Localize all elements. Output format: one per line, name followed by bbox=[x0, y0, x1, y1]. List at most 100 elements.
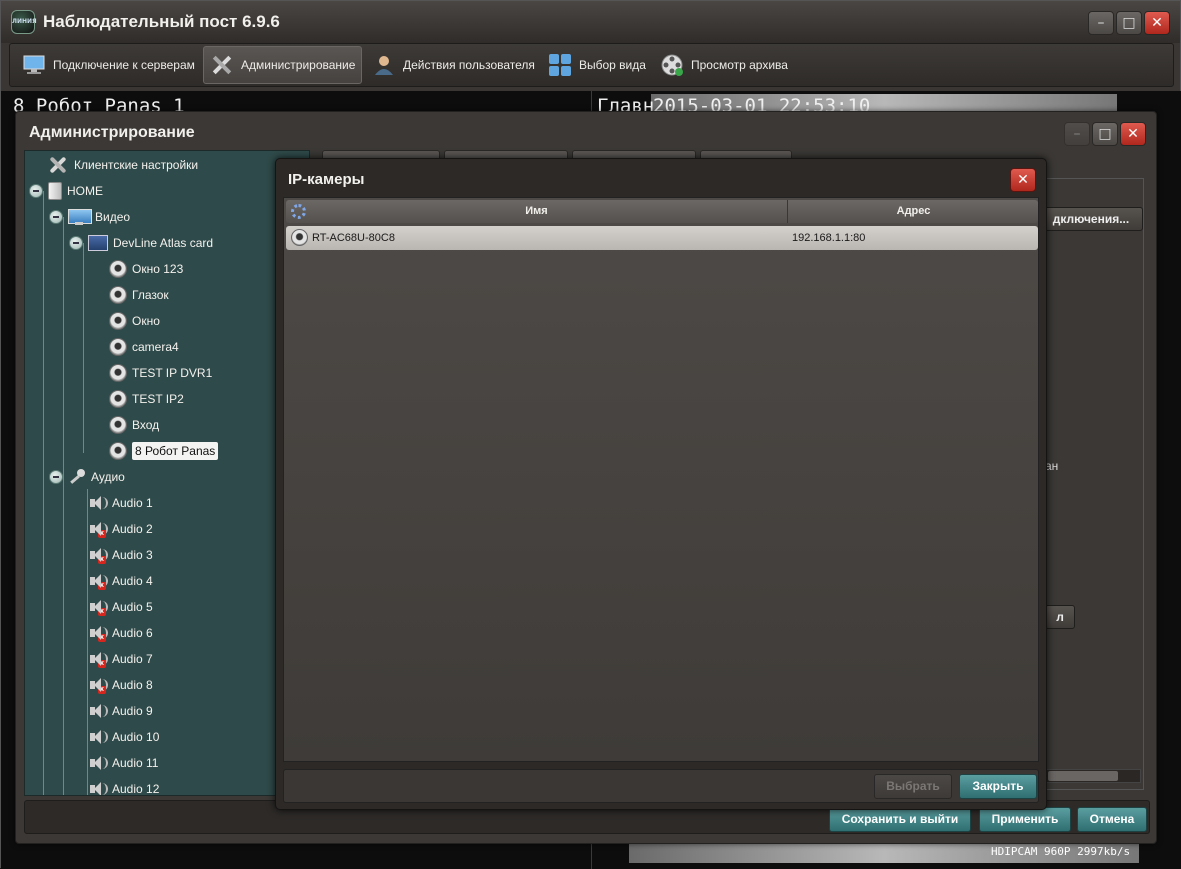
tree-item-audio-channel[interactable]: x Audio 5 bbox=[89, 595, 153, 619]
column-header-name[interactable]: Имя bbox=[286, 200, 788, 223]
admin-title: Администрирование bbox=[29, 124, 195, 141]
speaker-muted-icon: x bbox=[89, 599, 108, 616]
close-dialog-button[interactable]: Закрыть bbox=[959, 774, 1037, 799]
tree-item-label: Audio 2 bbox=[112, 522, 153, 536]
tree-item-label: Audio 11 bbox=[112, 756, 159, 770]
settings-small-button[interactable]: л bbox=[1045, 605, 1075, 629]
maximize-button[interactable]: □ bbox=[1116, 11, 1142, 35]
admin-close-button[interactable]: ✕ bbox=[1120, 122, 1146, 146]
speaker-icon bbox=[89, 729, 108, 745]
tree-item-label: Audio 12 bbox=[112, 782, 160, 796]
collapse-icon[interactable] bbox=[69, 236, 83, 250]
main-toolbar: Подключение к серверам Администрирование… bbox=[9, 43, 1174, 87]
admin-minimize-button[interactable]: – bbox=[1064, 122, 1090, 146]
toolbar-item-user-actions[interactable]: Действия пользователя bbox=[366, 46, 541, 84]
tree-item-label: Окно 123 bbox=[132, 262, 184, 276]
video-bottom-overlay: HDIPCAM 960P 2997kb/s bbox=[991, 845, 1131, 858]
cancel-button[interactable]: Отмена bbox=[1077, 807, 1147, 832]
list-header: Имя Адрес bbox=[286, 200, 1038, 223]
toolbar-item-label: Действия пользователя bbox=[403, 58, 535, 72]
tree-item-video[interactable]: Видео bbox=[49, 205, 130, 229]
horizontal-scrollbar[interactable] bbox=[1045, 769, 1141, 783]
tree-item-card[interactable]: DevLine Atlas card bbox=[69, 231, 213, 255]
tree-item-camera[interactable]: Окно 123 bbox=[109, 257, 183, 281]
dialog-title: IP-камеры bbox=[288, 171, 365, 188]
close-icon: ✕ bbox=[1127, 126, 1139, 142]
tree-item-label: Audio 3 bbox=[112, 548, 153, 562]
ip-cameras-list[interactable]: Имя Адрес RT-AC68U-80C8 192.168.1.1:80 bbox=[283, 197, 1039, 762]
tree-item-label: Глазок bbox=[132, 288, 169, 302]
close-button[interactable]: ✕ bbox=[1144, 11, 1170, 35]
tree-item-camera[interactable]: Глазок bbox=[109, 283, 169, 307]
server-icon bbox=[48, 182, 62, 200]
tree-item-audio-channel[interactable]: x Audio 3 bbox=[89, 543, 153, 567]
tools-icon bbox=[47, 154, 69, 176]
camera-address-cell: 192.168.1.1:80 bbox=[792, 232, 866, 244]
tree-item-camera[interactable]: TEST IP2 bbox=[109, 387, 184, 411]
tree-item-audio-channel[interactable]: x Audio 4 bbox=[89, 569, 153, 593]
admin-maximize-button[interactable]: □ bbox=[1092, 122, 1118, 146]
tree-item-label: Аудио bbox=[91, 470, 125, 484]
tree-item-label: DevLine Atlas card bbox=[113, 236, 214, 250]
tree-item-camera[interactable]: TEST IP DVR1 bbox=[109, 361, 212, 385]
title-bar[interactable]: ЛИНИЯ Наблюдательный пост 6.9.6 – □ ✕ bbox=[1, 1, 1180, 43]
toolbar-item-connect[interactable]: Подключение к серверам bbox=[16, 46, 201, 84]
user-icon bbox=[372, 53, 396, 77]
speaker-muted-icon: x bbox=[89, 573, 108, 590]
minimize-icon: – bbox=[1097, 15, 1105, 31]
tree-item-camera[interactable]: Окно bbox=[109, 309, 160, 333]
tree-item-label: Audio 10 bbox=[112, 730, 160, 744]
speaker-icon bbox=[89, 755, 108, 771]
settings-tree[interactable]: Клиентские настройки HOME Видео DevLine … bbox=[24, 150, 310, 796]
collapse-icon[interactable] bbox=[49, 210, 63, 224]
save-and-exit-button[interactable]: Сохранить и выйти bbox=[829, 807, 971, 832]
table-row[interactable]: RT-AC68U-80C8 192.168.1.1:80 bbox=[286, 226, 1038, 250]
app-title: Наблюдательный пост 6.9.6 bbox=[43, 12, 280, 31]
toolbar-item-admin[interactable]: Администрирование bbox=[203, 46, 363, 84]
searching-spinner-icon bbox=[291, 204, 306, 219]
tree-item-camera-selected[interactable]: 8 Робот Panas bbox=[109, 439, 219, 463]
connection-settings-button[interactable]: дключения... bbox=[1039, 207, 1143, 231]
close-icon: ✕ bbox=[1017, 172, 1029, 188]
tree-item-audio-channel[interactable]: x Audio 2 bbox=[89, 517, 153, 541]
tree-item-camera[interactable]: camera4 bbox=[109, 335, 179, 359]
column-header-address[interactable]: Адрес bbox=[789, 200, 1038, 223]
collapse-icon[interactable] bbox=[29, 184, 43, 198]
camera-icon bbox=[109, 442, 127, 460]
tree-item-label: TEST IP DVR1 bbox=[132, 366, 213, 380]
column-header-label: Имя bbox=[525, 205, 548, 217]
tree-item-home[interactable]: HOME bbox=[29, 179, 103, 203]
speaker-icon bbox=[89, 495, 108, 511]
tree-item-audio-channel[interactable]: x Audio 8 bbox=[89, 673, 153, 697]
toolbar-item-label: Выбор вида bbox=[579, 58, 646, 72]
toolbar-item-view-select[interactable]: Выбор вида bbox=[542, 46, 652, 84]
speaker-icon bbox=[89, 703, 108, 719]
tree-item-label: camera4 bbox=[132, 340, 179, 354]
tree-item-client-settings[interactable]: Клиентские настройки bbox=[47, 153, 198, 177]
tree-item-audio-channel[interactable]: Audio 12 bbox=[89, 777, 160, 796]
camera-icon bbox=[109, 338, 127, 356]
tree-item-audio[interactable]: Аудио bbox=[49, 465, 125, 489]
select-button[interactable]: Выбрать bbox=[874, 774, 952, 799]
tree-item-audio-channel[interactable]: Audio 10 bbox=[89, 725, 159, 749]
monitor-icon bbox=[68, 209, 92, 225]
maximize-icon: □ bbox=[1122, 15, 1136, 31]
tree-item-audio-channel[interactable]: Audio 11 bbox=[89, 751, 158, 775]
speaker-muted-icon: x bbox=[89, 521, 108, 538]
tree-item-audio-channel[interactable]: Audio 1 bbox=[89, 491, 153, 515]
tree-item-audio-channel[interactable]: Audio 9 bbox=[89, 699, 153, 723]
dialog-close-button[interactable]: ✕ bbox=[1010, 168, 1036, 192]
camera-icon bbox=[109, 286, 127, 304]
tree-item-audio-channel[interactable]: x Audio 6 bbox=[89, 621, 153, 645]
minimize-button[interactable]: – bbox=[1088, 11, 1114, 35]
toolbar-item-archive[interactable]: Просмотр архива bbox=[654, 46, 794, 84]
tree-item-camera[interactable]: Вход bbox=[109, 413, 159, 437]
apply-button[interactable]: Применить bbox=[979, 807, 1071, 832]
camera-icon bbox=[109, 364, 127, 382]
tree-item-label: 8 Робот Panas bbox=[132, 442, 219, 460]
minimize-icon: – bbox=[1073, 126, 1081, 142]
tree-item-label: Audio 5 bbox=[112, 600, 153, 614]
collapse-icon[interactable] bbox=[49, 470, 63, 484]
tree-item-audio-channel[interactable]: x Audio 7 bbox=[89, 647, 153, 671]
tree-item-label: HOME bbox=[67, 184, 103, 198]
